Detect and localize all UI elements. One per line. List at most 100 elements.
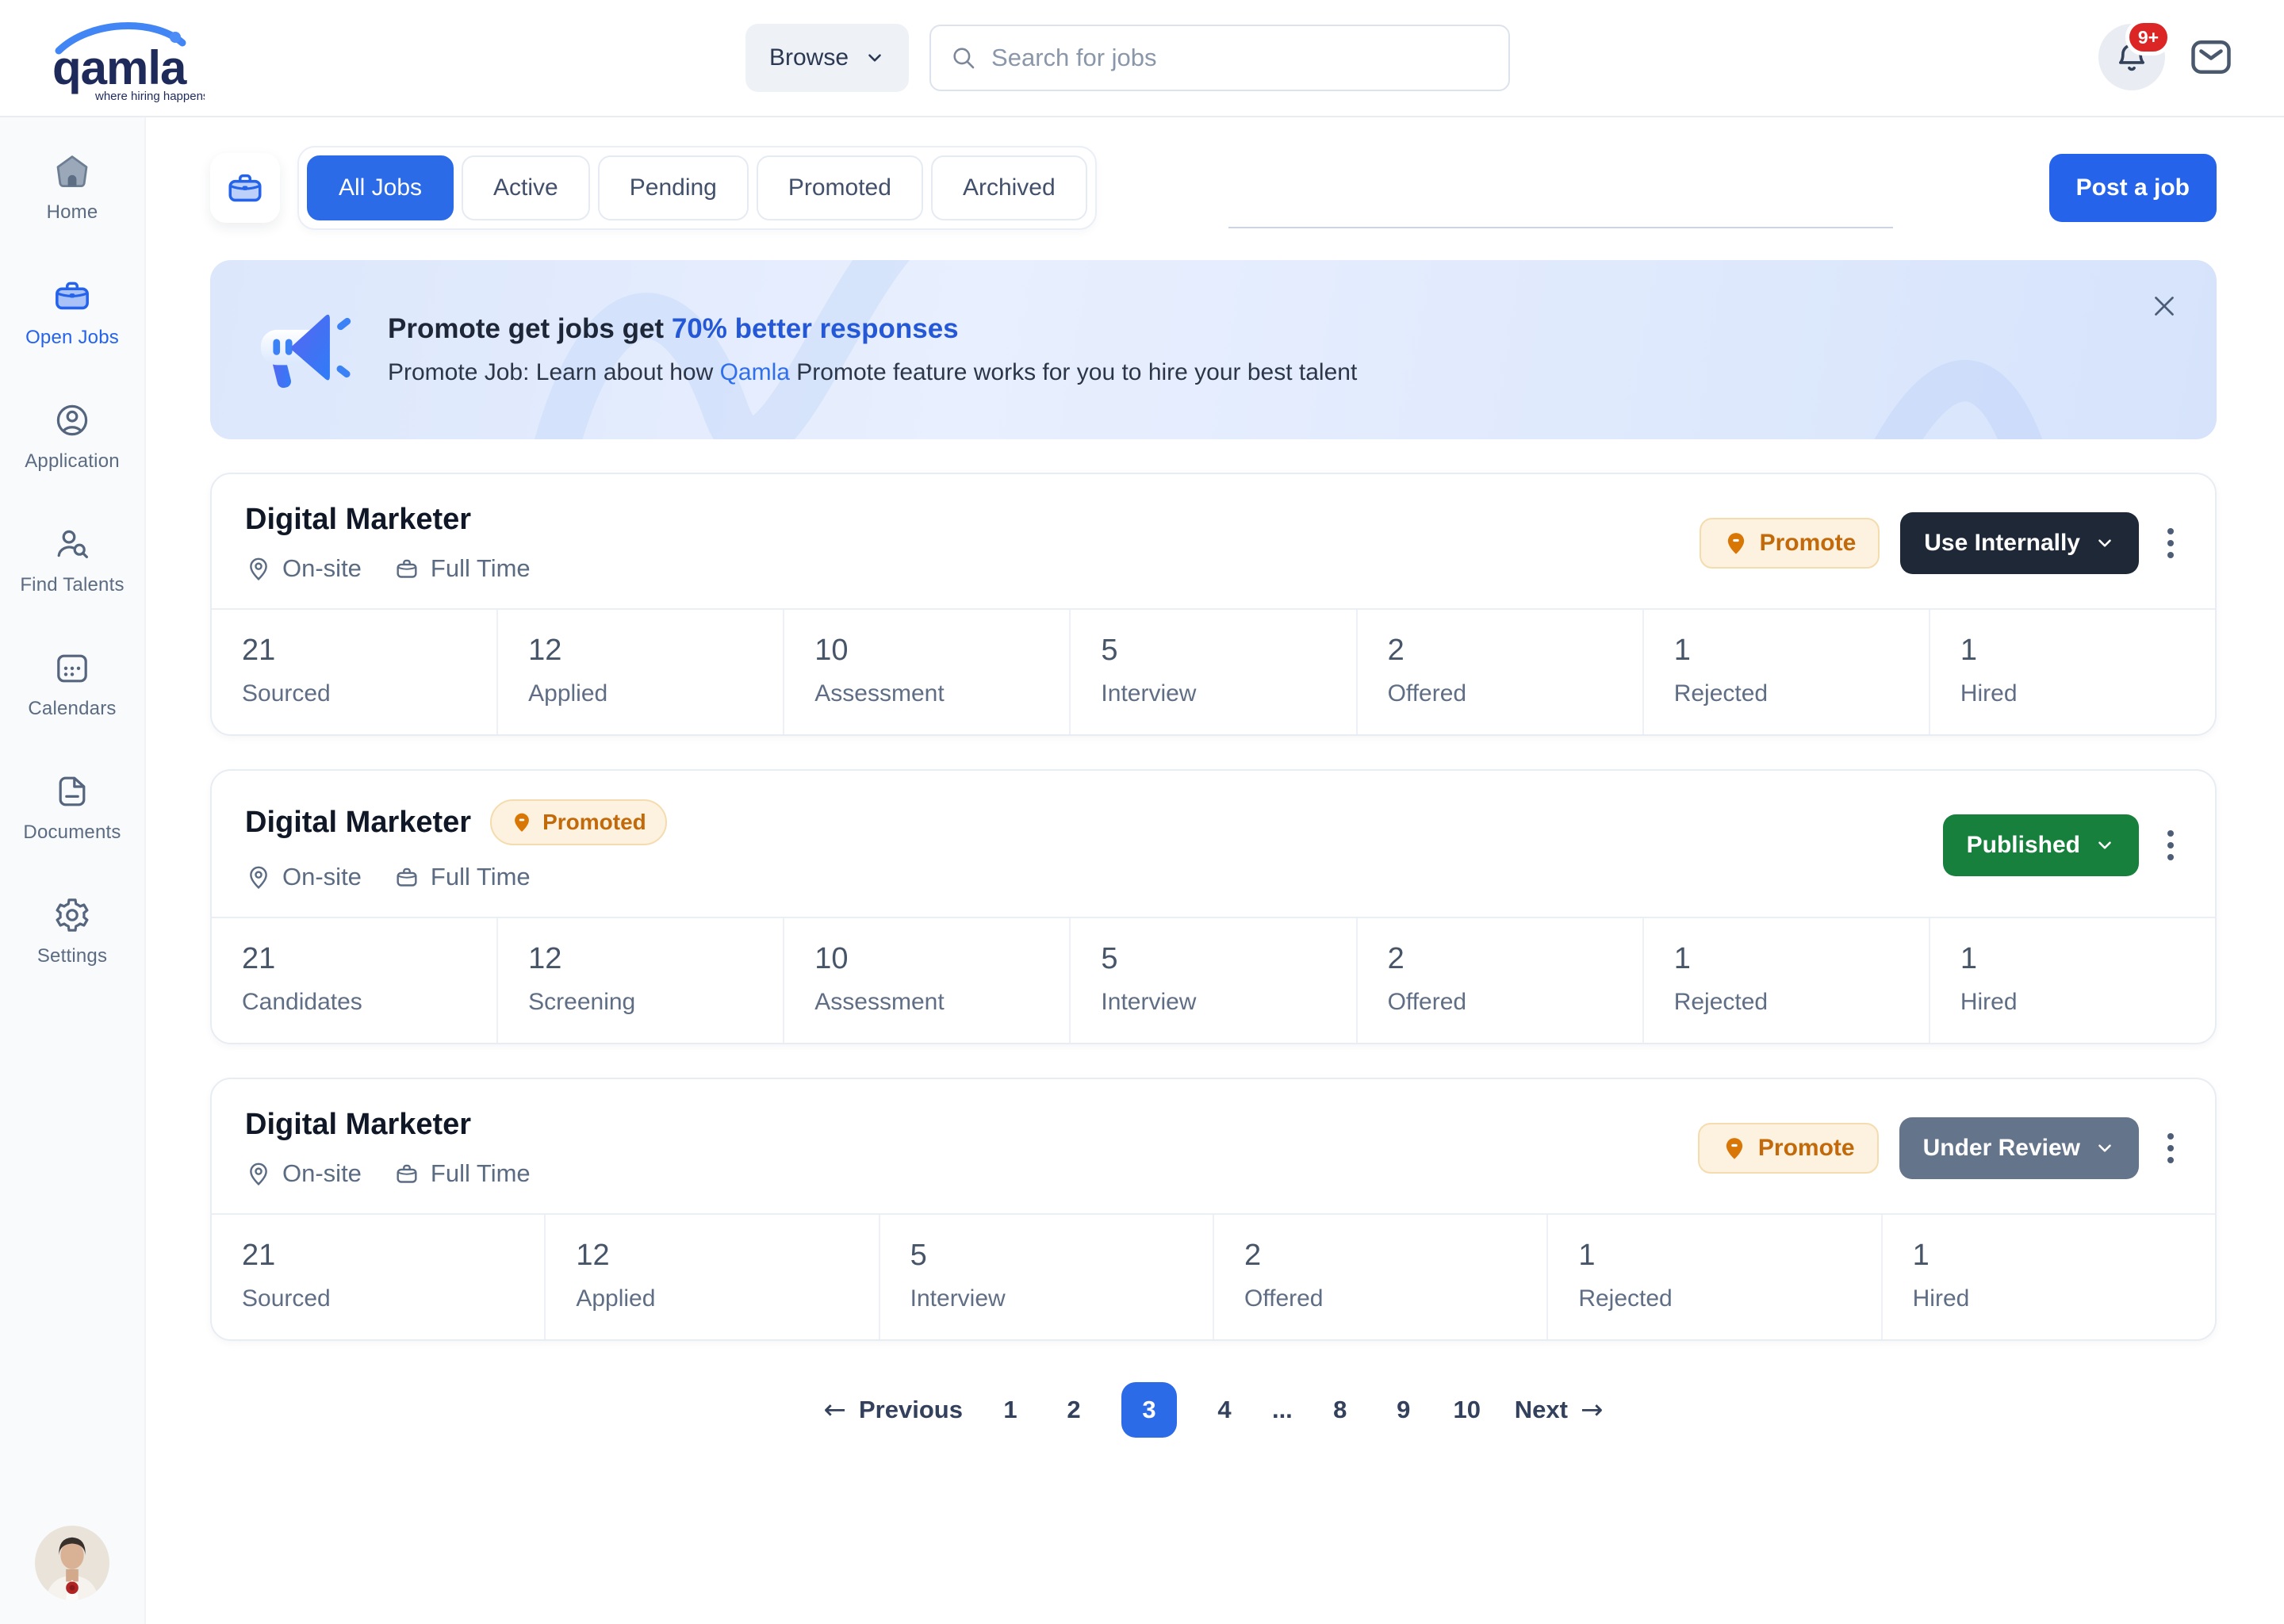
tab-promoted[interactable]: Promoted: [757, 155, 923, 220]
sidebar-item-label: Calendars: [28, 698, 116, 720]
stat-sourced: 21Sourced: [212, 610, 496, 734]
job-more-menu[interactable]: [2159, 1128, 2182, 1168]
job-employment-type: Full Time: [393, 863, 531, 891]
stat-assessment: 10Assessment: [783, 918, 1069, 1043]
user-search-icon: [53, 525, 91, 563]
stat-interview: 5Interview: [1069, 610, 1355, 734]
banner-title: Promote get jobs get 70% better response…: [388, 313, 1357, 345]
sidebar-item-application[interactable]: Application: [25, 401, 120, 473]
browse-dropdown[interactable]: Browse: [745, 24, 909, 92]
stat-hired: 1Hired: [1881, 1215, 2215, 1339]
logo-wordmark: qamla: [52, 41, 187, 94]
pagination-ellipsis: ...: [1272, 1396, 1293, 1424]
sidebar-item-find-talents[interactable]: Find Talents: [20, 525, 124, 596]
job-info: Digital Marketer On-site Full Time: [245, 503, 531, 583]
sidebar-item-documents[interactable]: Documents: [23, 772, 121, 844]
arrow-left-icon: ←: [824, 1394, 847, 1426]
sidebar-item-open-jobs[interactable]: Open Jobs: [25, 276, 119, 349]
logo-tagline: where hiring happens: [94, 90, 205, 103]
job-status-dropdown[interactable]: Published: [1943, 814, 2139, 876]
tab-all-jobs[interactable]: All Jobs: [307, 155, 454, 220]
page-9[interactable]: 9: [1388, 1396, 1420, 1424]
tab-pending[interactable]: Pending: [598, 155, 749, 220]
user-avatar[interactable]: [35, 1526, 109, 1600]
briefcase-blue-icon: [225, 168, 265, 208]
job-stats-row: 21Candidates 12Screening 10Assessment 5I…: [212, 917, 2215, 1043]
pagination-next[interactable]: Next →: [1515, 1394, 1604, 1426]
chevron-down-icon: [2094, 835, 2115, 856]
job-more-menu[interactable]: [2159, 825, 2182, 865]
page-10[interactable]: 10: [1451, 1396, 1483, 1424]
job-stats-row: 21Sourced 12Applied 10Assessment 5Interv…: [212, 608, 2215, 734]
chevron-down-icon: [864, 48, 885, 68]
sidebar-item-settings[interactable]: Settings: [37, 896, 107, 967]
briefcase-small-icon: [393, 864, 420, 891]
page-2[interactable]: 2: [1058, 1396, 1090, 1424]
job-title: Digital Marketer: [245, 1108, 471, 1142]
sidebar-item-label: Find Talents: [20, 574, 124, 596]
job-status-dropdown[interactable]: Use Internally: [1900, 512, 2139, 574]
sidebar-item-home[interactable]: Home: [47, 152, 98, 224]
sidebar: Home Open Jobs Application Find Talents …: [0, 117, 146, 1624]
pagination: ← Previous 1 2 3 4 ... 8 9 10 Next →: [210, 1382, 2217, 1438]
messages-button[interactable]: [2187, 33, 2235, 81]
location-pin-icon: [245, 555, 272, 582]
banner-close-button[interactable]: [2150, 292, 2179, 320]
tab-active[interactable]: Active: [462, 155, 590, 220]
sidebar-item-calendars[interactable]: Calendars: [28, 649, 116, 720]
home-icon: [53, 152, 91, 190]
calendar-icon: [53, 649, 91, 687]
qamla-logo[interactable]: qamla where hiring happens: [46, 11, 205, 105]
tab-archived[interactable]: Archived: [931, 155, 1087, 220]
stat-rejected: 1Rejected: [1546, 1215, 1880, 1339]
pagination-previous[interactable]: ← Previous: [824, 1394, 963, 1426]
page-3[interactable]: 3: [1121, 1382, 1177, 1438]
promote-button[interactable]: Promote: [1698, 1123, 1879, 1174]
promoted-badge: Promoted: [490, 799, 667, 845]
promote-pin-icon: [1722, 1136, 1747, 1161]
stat-offered: 2Offered: [1356, 918, 1642, 1043]
briefcase-small-icon: [393, 555, 420, 582]
promote-banner: Promote get jobs get 70% better response…: [210, 260, 2217, 439]
banner-title-highlight: 70% better responses: [672, 313, 959, 344]
post-a-job-button[interactable]: Post a job: [2049, 154, 2217, 222]
briefcase-small-icon: [393, 1160, 420, 1187]
notifications-button[interactable]: 9+: [2098, 24, 2165, 90]
promote-button[interactable]: Promote: [1700, 518, 1880, 569]
stat-interview: 5Interview: [879, 1215, 1213, 1339]
job-status-tabs: All Jobs Active Pending Promoted Archive…: [297, 146, 1097, 230]
arrow-right-icon: →: [1581, 1394, 1604, 1426]
sidebar-item-label: Open Jobs: [25, 327, 119, 349]
stat-assessment: 10Assessment: [783, 610, 1069, 734]
job-info: Digital Marketer On-site Full Time: [245, 1108, 531, 1188]
page-4[interactable]: 4: [1209, 1396, 1240, 1424]
qamla-link[interactable]: Qamla: [720, 359, 790, 385]
job-more-menu[interactable]: [2159, 523, 2182, 563]
page-1[interactable]: 1: [994, 1396, 1026, 1424]
job-location: On-site: [245, 554, 362, 583]
sidebar-item-label: Home: [47, 201, 98, 224]
banner-subtitle: Promote Job: Learn about how Qamla Promo…: [388, 359, 1357, 386]
job-employment-type: Full Time: [393, 554, 531, 583]
mail-icon: [2187, 33, 2235, 81]
location-pin-icon: [245, 1160, 272, 1187]
job-search-box: [929, 25, 1510, 91]
toolbar-divider: [1228, 227, 1893, 228]
job-location: On-site: [245, 1159, 362, 1188]
chevron-down-icon: [2094, 533, 2115, 553]
gear-icon: [53, 896, 91, 934]
top-header: qamla where hiring happens Browse 9+: [0, 0, 2284, 117]
promote-pin-icon: [511, 811, 533, 833]
page-8[interactable]: 8: [1324, 1396, 1356, 1424]
sidebar-item-label: Settings: [37, 945, 107, 967]
search-input[interactable]: [991, 44, 1489, 72]
megaphone-icon: [259, 304, 351, 396]
main-content: All Jobs Active Pending Promoted Archive…: [146, 117, 2284, 1438]
job-status-dropdown[interactable]: Under Review: [1899, 1117, 2139, 1179]
stat-hired: 1Hired: [1929, 918, 2215, 1043]
stat-applied: 12Applied: [544, 1215, 878, 1339]
chevron-down-icon: [2094, 1138, 2115, 1159]
stat-sourced: 21Sourced: [212, 1215, 544, 1339]
jobs-filter-tile[interactable]: [210, 153, 280, 223]
job-location: On-site: [245, 863, 362, 891]
